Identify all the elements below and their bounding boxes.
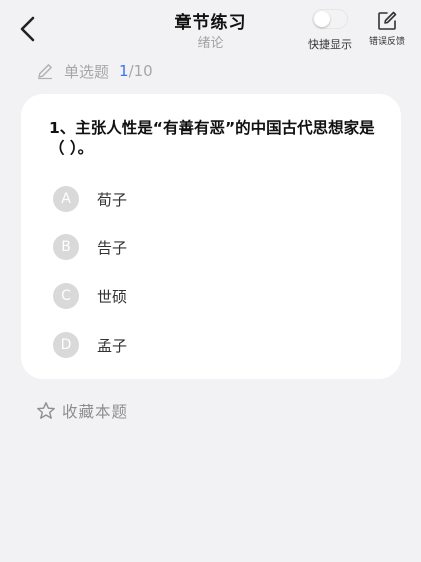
question-card: 1、主张人性是“有善有恶”的中国古代思想家是（ ）。 A 荀子 B 告子 C 世… bbox=[21, 94, 401, 379]
option-a[interactable]: A 荀子 bbox=[53, 186, 127, 212]
option-letter-badge: D bbox=[53, 332, 79, 358]
total-questions: /10 bbox=[128, 62, 153, 80]
pencil-icon bbox=[38, 64, 52, 80]
option-text: 荀子 bbox=[97, 190, 128, 209]
quick-display-toggle[interactable] bbox=[312, 9, 348, 29]
collect-label: 收藏本题 bbox=[62, 403, 129, 421]
option-b[interactable]: B 告子 bbox=[53, 234, 127, 260]
question-type-row: 单选题 1 /10 bbox=[36, 60, 153, 82]
quick-display-label: 快捷显示 bbox=[308, 38, 352, 51]
option-letter-badge: A bbox=[53, 186, 79, 212]
current-question-number: 1 bbox=[119, 62, 129, 80]
collect-question-button[interactable]: 收藏本题 bbox=[36, 400, 128, 422]
option-letter-badge: B bbox=[53, 234, 79, 260]
edit-icon bbox=[378, 11, 397, 30]
page-title: 章节练习 bbox=[174, 13, 247, 33]
option-text: 世硕 bbox=[97, 287, 128, 306]
option-text: 孟子 bbox=[97, 336, 128, 355]
option-text: 告子 bbox=[97, 238, 128, 257]
option-d[interactable]: D 孟子 bbox=[53, 332, 127, 358]
question-type-label: 单选题 bbox=[64, 62, 110, 81]
option-letter-badge: C bbox=[53, 283, 79, 309]
error-feedback-button[interactable]: 错误反馈 bbox=[364, 10, 410, 47]
question-text: 1、主张人性是“有善有恶”的中国古代思想家是（ ）。 bbox=[49, 119, 375, 157]
star-outline-icon bbox=[37, 402, 55, 419]
toggle-knob bbox=[314, 11, 330, 27]
error-feedback-label: 错误反馈 bbox=[368, 37, 405, 47]
option-c[interactable]: C 世硕 bbox=[53, 283, 127, 309]
